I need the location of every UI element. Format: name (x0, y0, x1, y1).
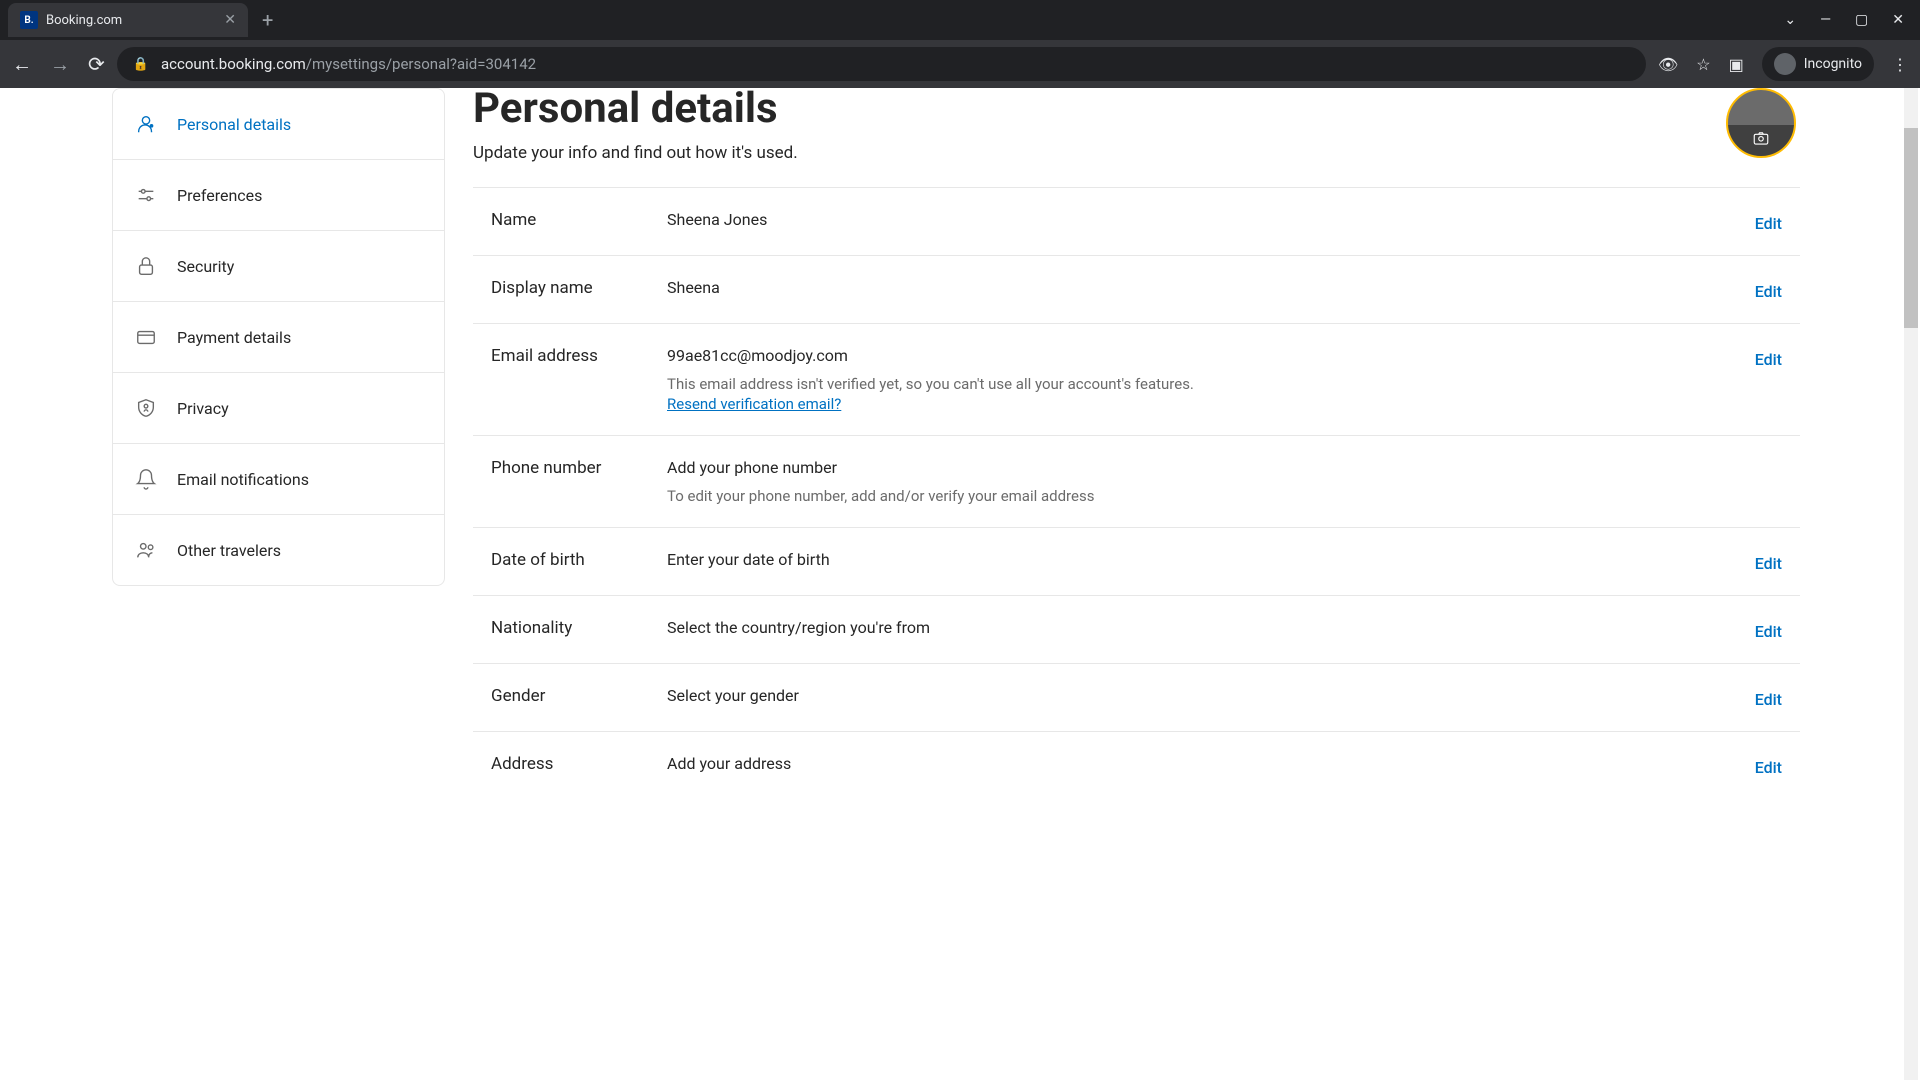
resend-verification-link[interactable]: Resend verification email? (667, 395, 841, 413)
close-tab-icon[interactable]: ✕ (224, 12, 236, 28)
field-label: Email address (491, 346, 667, 366)
incognito-label: Incognito (1804, 56, 1862, 72)
field-value: Select your gender (667, 686, 1755, 705)
sidebar-item-payment-details[interactable]: Payment details (113, 302, 444, 373)
edit-button[interactable]: Edit (1755, 346, 1782, 369)
tab-title: Booking.com (46, 13, 216, 28)
edit-button[interactable]: Edit (1755, 278, 1782, 301)
browser-toolbar: ← → ⟳ 🔒 account.booking.com/mysettings/p… (0, 40, 1920, 88)
menu-icon[interactable]: ⋮ (1892, 55, 1908, 74)
edit-button[interactable]: Edit (1755, 686, 1782, 709)
sidebar-item-security[interactable]: Security (113, 231, 444, 302)
lock-icon (135, 255, 157, 277)
row-gender: Gender Select your gender Edit (473, 663, 1800, 731)
row-display-name: Display name Sheena Edit (473, 255, 1800, 323)
incognito-badge[interactable]: Incognito (1762, 47, 1874, 81)
sidebar-item-label: Privacy (177, 399, 229, 418)
field-value: Select the country/region you're from (667, 618, 1755, 637)
settings-sidebar: Personal details Preferences Security Pa… (0, 88, 445, 1080)
sidebar-item-email-notifications[interactable]: Email notifications (113, 444, 444, 515)
extensions-icon[interactable]: ▣ (1729, 55, 1744, 74)
field-subtext: To edit your phone number, add and/or ve… (667, 487, 1782, 505)
forward-button[interactable]: → (50, 52, 70, 77)
tab-search-icon[interactable]: ⌄ (1784, 12, 1796, 28)
url: account.booking.com/mysettings/personal?… (161, 55, 536, 73)
bell-icon (135, 468, 157, 490)
maximize-icon[interactable]: ▢ (1855, 12, 1868, 28)
sidebar-item-label: Personal details (177, 115, 291, 134)
sidebar-item-preferences[interactable]: Preferences (113, 160, 444, 231)
lock-icon: 🔒 (133, 57, 149, 72)
people-icon (135, 539, 157, 561)
edit-button[interactable]: Edit (1755, 754, 1782, 777)
scrollbar-thumb[interactable] (1904, 128, 1918, 328)
edit-button[interactable]: Edit (1755, 618, 1782, 641)
page-subtitle: Update your info and find out how it's u… (473, 143, 1800, 163)
shield-icon (135, 397, 157, 419)
field-label: Name (491, 210, 667, 230)
incognito-icon (1774, 53, 1796, 75)
field-label: Phone number (491, 458, 667, 478)
sidebar-item-other-travelers[interactable]: Other travelers (113, 515, 444, 585)
sidebar-item-label: Security (177, 257, 234, 276)
field-value: Add your phone number (667, 458, 1782, 477)
field-label: Nationality (491, 618, 667, 638)
new-tab-button[interactable]: + (262, 8, 273, 32)
minimize-icon[interactable]: — (1820, 12, 1831, 28)
sidebar-item-privacy[interactable]: Privacy (113, 373, 444, 444)
page-title: Personal details (473, 84, 1800, 133)
browser-tab-strip: B. Booking.com ✕ + ⌄ — ▢ ✕ (0, 0, 1920, 40)
row-dob: Date of birth Enter your date of birth E… (473, 527, 1800, 595)
field-subtext: This email address isn't verified yet, s… (667, 375, 1755, 393)
favicon-icon: B. (20, 11, 38, 29)
field-value: Add your address (667, 754, 1755, 773)
address-bar[interactable]: 🔒 account.booking.com/mysettings/persona… (117, 47, 1646, 81)
sidebar-item-personal-details[interactable]: Personal details (113, 89, 444, 160)
field-label: Address (491, 754, 667, 774)
edit-button[interactable]: Edit (1755, 210, 1782, 233)
field-label: Display name (491, 278, 667, 298)
sliders-icon (135, 184, 157, 206)
edit-button[interactable]: Edit (1755, 550, 1782, 573)
field-value: Sheena Jones (667, 210, 1755, 229)
reload-button[interactable]: ⟳ (88, 52, 105, 76)
field-label: Gender (491, 686, 667, 706)
field-value: Enter your date of birth (667, 550, 1755, 569)
sidebar-item-label: Email notifications (177, 470, 309, 489)
sidebar-item-label: Payment details (177, 328, 291, 347)
row-phone: Phone number Add your phone number To ed… (473, 435, 1800, 527)
scrollbar[interactable] (1904, 88, 1918, 1080)
credit-card-icon (135, 326, 157, 348)
row-email: Email address 99ae81cc@moodjoy.com This … (473, 323, 1800, 435)
row-nationality: Nationality Select the country/region yo… (473, 595, 1800, 663)
row-name: Name Sheena Jones Edit (473, 187, 1800, 255)
field-value: 99ae81cc@moodjoy.com (667, 346, 1755, 365)
sidebar-item-label: Preferences (177, 186, 262, 205)
row-address: Address Add your address Edit (473, 731, 1800, 799)
browser-tab[interactable]: B. Booking.com ✕ (8, 3, 248, 37)
close-window-icon[interactable]: ✕ (1892, 12, 1904, 28)
back-button[interactable]: ← (12, 52, 32, 77)
sidebar-item-label: Other travelers (177, 541, 281, 560)
bookmark-icon[interactable]: ☆ (1696, 55, 1710, 74)
person-icon (135, 113, 157, 135)
field-value: Sheena (667, 278, 1755, 297)
avatar-upload[interactable] (1726, 88, 1796, 158)
tracking-icon[interactable]: 👁 (1658, 55, 1678, 74)
field-label: Date of birth (491, 550, 667, 570)
